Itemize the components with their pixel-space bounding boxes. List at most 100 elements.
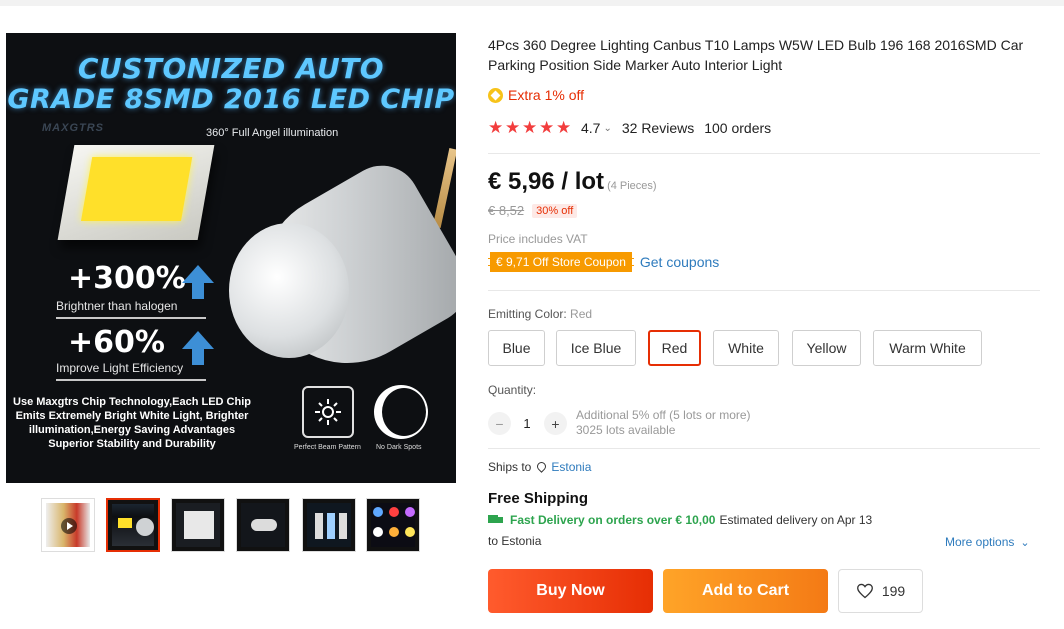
add-to-cart-button[interactable]: Add to Cart [663, 569, 828, 613]
emitting-color-selected: Red [570, 307, 593, 321]
thumbnail-image [112, 504, 154, 546]
no-dark-spots-icon [374, 385, 428, 439]
coupon-row: € 9,71 Off Store Coupon Get coupons [488, 252, 719, 272]
star-rating: ★ ★ ★ ★ ★ [488, 118, 573, 137]
thumbnail-6[interactable] [366, 498, 420, 552]
star-icon: ★ [556, 118, 572, 137]
quantity-decrease-button[interactable]: − [488, 412, 511, 435]
star-icon: ★ [539, 118, 555, 137]
stat-60-caption: Improve Light Efficiency [56, 361, 184, 375]
led-chip-emitter [80, 157, 193, 221]
thumbnail-5[interactable] [302, 498, 356, 552]
color-option-red[interactable]: Red [648, 330, 701, 366]
quantity-info: Additional 5% off (5 lots or more) 3025 … [576, 408, 751, 438]
chevron-down-icon[interactable]: ⌄ [603, 123, 611, 134]
bulb-illustration [221, 148, 456, 398]
old-price: € 8,52 [488, 203, 525, 218]
thumbnail-image [241, 503, 285, 547]
emitting-color-label: Emitting Color: Red [488, 307, 592, 321]
image-watermark: MAXGTRS [42, 122, 104, 134]
ships-to-label: Ships to [488, 460, 532, 474]
bulb-lens [229, 223, 349, 358]
ships-to-country[interactable]: Estonia [551, 460, 591, 474]
led-chip-illustration [57, 145, 215, 240]
color-option-blue[interactable]: Blue [488, 330, 545, 366]
estimated-delivery: Estimated delivery on Apr 13 [719, 513, 873, 527]
image-headline-line1: CUSTONIZED AUTO [77, 52, 385, 85]
orders-count: 100 orders [704, 120, 772, 136]
color-option-ice-blue[interactable]: Ice Blue [556, 330, 636, 366]
price-value: € 5,96 / lot [488, 168, 605, 195]
emitting-color-title: Emitting Color: [488, 307, 567, 321]
beam-pattern-icon [302, 386, 354, 438]
product-title: 4Pcs 360 Degree Lighting Canbus T10 Lamp… [488, 37, 1024, 73]
color-option-yellow[interactable]: Yellow [792, 330, 861, 366]
stat-300-percent: +300% [68, 261, 186, 296]
delivery-destination: to Estonia [488, 534, 542, 548]
bulk-discount-note: Additional 5% off (5 lots or more) [576, 408, 751, 422]
vat-note: Price includes VAT [488, 232, 588, 246]
thumbnail-image [176, 503, 220, 547]
pieces-count: (4 Pieces) [607, 180, 657, 192]
star-icon: ★ [488, 118, 504, 137]
divider [488, 290, 1040, 291]
divider [488, 448, 1040, 449]
color-option-warm-white[interactable]: Warm White [873, 330, 982, 366]
reviews-link[interactable]: 32 Reviews [622, 120, 694, 136]
heart-icon [856, 583, 873, 599]
top-bar [0, 0, 1064, 6]
location-pin-icon [537, 462, 546, 473]
price: € 5,96 / lot (4 Pieces) [488, 168, 657, 196]
up-arrow-stem [192, 349, 204, 365]
thumbnail-2[interactable] [106, 498, 160, 552]
thumbnail-image [307, 503, 351, 547]
stat-divider [56, 379, 206, 381]
no-dark-spots-label: No Dark Spots [376, 444, 422, 451]
wishlist-count: 199 [881, 583, 906, 599]
fast-delivery-row: Fast Delivery on orders over € 10,00 Est… [488, 513, 872, 527]
quantity-label: Quantity: [488, 383, 537, 397]
main-product-image[interactable]: CUSTONIZED AUTO GRADE 8SMD 2016 LED CHIP… [6, 33, 456, 483]
image-angel-text: 360° Full Angel illumination [206, 127, 339, 139]
beam-pattern-label: Perfect Beam Pattern [294, 444, 361, 451]
coin-icon [488, 87, 503, 103]
star-icon: ★ [522, 118, 538, 137]
image-headline-line2: GRADE 8SMD 2016 LED CHIP [7, 84, 455, 115]
up-arrow-stem [192, 283, 204, 299]
bulb-wire [432, 148, 456, 228]
divider [488, 153, 1040, 154]
thumbnail-1[interactable] [41, 498, 95, 552]
truck-icon [488, 514, 504, 526]
lots-available: 3025 lots available [576, 423, 676, 437]
stat-300-caption: Brightner than halogen [56, 299, 178, 313]
rating-value[interactable]: 4.7 [581, 120, 600, 136]
more-options-link[interactable]: More options ⌄ [945, 535, 1030, 549]
stat-divider [56, 317, 206, 319]
quantity-input[interactable]: 1 [520, 416, 534, 431]
thumbnail-3[interactable] [171, 498, 225, 552]
store-coupon-badge[interactable]: € 9,71 Off Store Coupon [488, 252, 634, 272]
quantity-increase-button[interactable]: + [544, 412, 567, 435]
thumbnail-4[interactable] [236, 498, 290, 552]
ships-to-row: Ships to Estonia [488, 460, 591, 474]
thumbnail-image [371, 503, 415, 547]
color-option-white[interactable]: White [713, 330, 779, 366]
chevron-down-icon[interactable]: ⌄ [1020, 536, 1029, 549]
rating-summary: ★ ★ ★ ★ ★ 4.7 ⌄ 32 Reviews 100 orders [488, 118, 772, 137]
stat-60-percent: +60% [68, 325, 165, 360]
discount-badge: 30% off [532, 203, 578, 218]
extra-discount: Extra 1% off [488, 87, 584, 103]
extra-discount-text: Extra 1% off [508, 87, 585, 103]
get-coupons-link[interactable]: Get coupons [640, 254, 719, 270]
more-options-text[interactable]: More options [945, 535, 1014, 549]
up-arrow-icon [182, 331, 214, 349]
star-icon: ★ [505, 118, 521, 137]
wishlist-button[interactable]: 199 [838, 569, 923, 613]
image-description: Use Maxgtrs Chip Technology,Each LED Chi… [13, 396, 251, 450]
play-icon [61, 518, 77, 534]
buy-now-button[interactable]: Buy Now [488, 569, 653, 613]
fast-delivery-text: Fast Delivery on orders over € 10,00 [510, 513, 716, 527]
old-price-row: € 8,52 30% off [488, 203, 578, 218]
free-shipping-title: Free Shipping [488, 490, 589, 507]
up-arrow-icon [182, 265, 214, 283]
